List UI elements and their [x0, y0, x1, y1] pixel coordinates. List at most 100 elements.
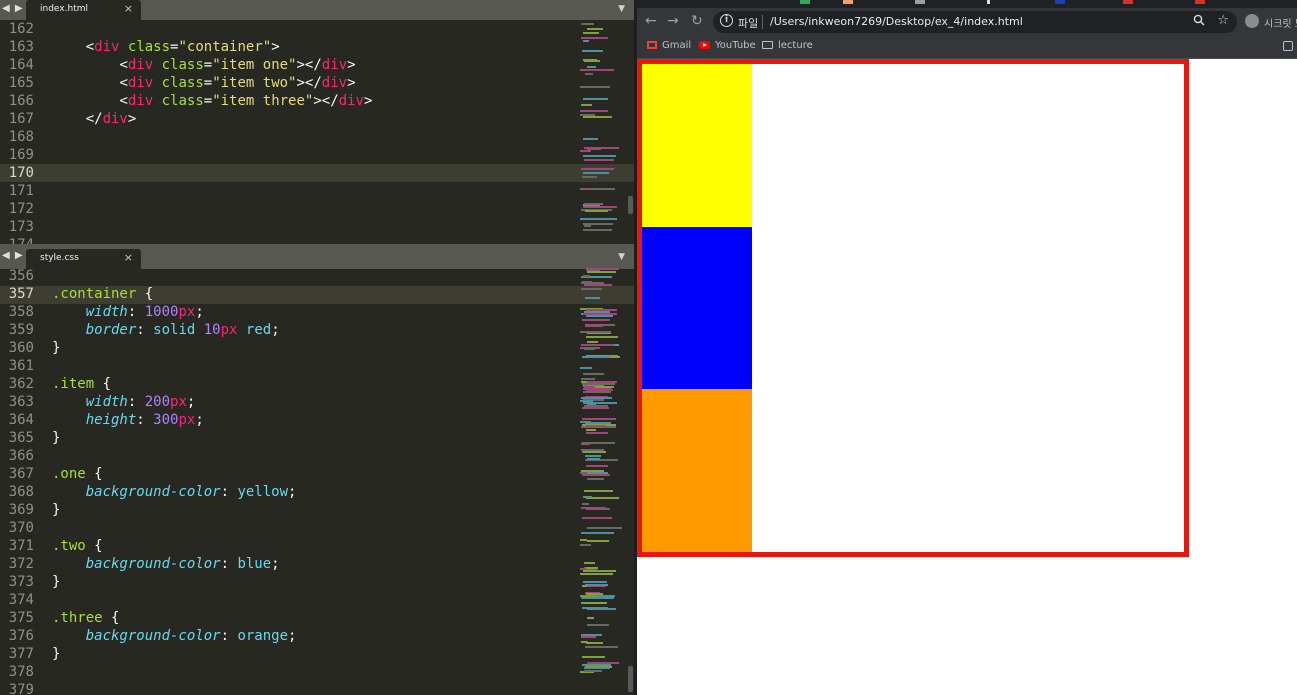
reading-list-icon[interactable]: [1283, 41, 1293, 51]
tab-dropdown-icon[interactable]: ▼: [618, 252, 625, 262]
code-line[interactable]: [52, 268, 296, 285]
code-line[interactable]: [52, 146, 372, 164]
code-line[interactable]: .two {: [52, 537, 296, 555]
code-line[interactable]: [52, 182, 372, 200]
code-line[interactable]: .three {: [52, 609, 296, 627]
minimap-line: [582, 176, 597, 178]
url-text[interactable]: /Users/inkweon7269/Desktop/ex_4/index.ht…: [770, 15, 1023, 28]
scrollbar-thumb[interactable]: [628, 196, 633, 214]
tab-favicon[interactable]: [915, 0, 925, 4]
tab-favicon[interactable]: [987, 0, 990, 4]
code-line[interactable]: background-color: orange;: [52, 627, 297, 645]
minimap-line: [583, 388, 611, 390]
tab-favicon[interactable]: [1055, 0, 1065, 4]
scrollbar-thumb[interactable]: [628, 666, 633, 692]
code-token: background-color: [85, 556, 221, 572]
code-line[interactable]: [52, 200, 372, 218]
code-line[interactable]: .container {: [52, 285, 296, 303]
minimap-line: [583, 275, 590, 277]
bookmark-star-icon[interactable]: ☆: [1217, 13, 1229, 28]
code-line[interactable]: [52, 447, 296, 465]
code-line[interactable]: [52, 663, 296, 681]
code-area[interactable]: <div class="container"> <div class="item…: [52, 20, 373, 244]
code-line[interactable]: }: [52, 501, 296, 519]
code-line[interactable]: [52, 591, 296, 609]
minimap[interactable]: [580, 20, 630, 244]
code-line[interactable]: background-color: blue;: [52, 555, 296, 573]
minimap-line: [587, 458, 600, 460]
bookmark-youtube[interactable]: YouTube: [699, 40, 756, 51]
code-line[interactable]: <div class="container">: [52, 38, 372, 56]
profile-label[interactable]: 시크릿 모: [1264, 15, 1297, 30]
code-line[interactable]: width: 200px;: [52, 393, 296, 411]
code-token: yellow: [237, 484, 289, 500]
scheme-label: 파일: [738, 17, 759, 30]
address-bar[interactable]: i 파일 /Users/inkweon7269/Desktop/ex_4/ind…: [713, 11, 1237, 33]
code-token: >: [271, 39, 280, 55]
code-line[interactable]: height: 300px;: [52, 411, 296, 429]
line-number: 362: [8, 376, 34, 392]
line-number: 370: [8, 520, 34, 536]
tab-style-css[interactable]: style.css ×: [26, 249, 141, 269]
code-area[interactable]: .container { width: 1000px; border: soli…: [52, 268, 296, 695]
code-line[interactable]: [52, 236, 372, 244]
code-line[interactable]: }: [52, 645, 296, 663]
incognito-avatar-icon[interactable]: [1245, 14, 1259, 28]
tab-close-icon[interactable]: ×: [124, 2, 133, 15]
tab-favicon[interactable]: [843, 0, 853, 4]
forward-button[interactable]: →: [667, 13, 679, 29]
code-line[interactable]: background-color: yellow;: [52, 483, 297, 501]
code-token: class: [127, 39, 171, 55]
tab-index-html[interactable]: index.html ×: [26, 0, 141, 20]
code-line[interactable]: [52, 164, 372, 182]
code-line[interactable]: <div class="item one"></div>: [52, 56, 372, 74]
code-line[interactable]: [52, 357, 296, 375]
minimap-line: [581, 507, 606, 509]
code-line[interactable]: [52, 218, 372, 236]
code-line[interactable]: </div>: [52, 110, 372, 128]
tab-favicon[interactable]: [1195, 0, 1205, 4]
code-line[interactable]: [52, 128, 372, 146]
tab-nav-arrows[interactable]: ◀ ▶: [2, 3, 24, 14]
bookmark-label: YouTube: [715, 40, 756, 51]
minimap[interactable]: [580, 268, 630, 695]
code-line[interactable]: }: [52, 429, 296, 447]
bookmark-gmail[interactable]: Gmail: [647, 40, 691, 51]
minimap-line: [587, 478, 604, 480]
back-button[interactable]: ←: [645, 13, 657, 29]
code-line[interactable]: .item {: [52, 375, 296, 393]
minimap-line: [582, 281, 592, 283]
code-line[interactable]: }: [52, 573, 296, 591]
code-token: div: [127, 75, 154, 91]
code-line[interactable]: border: solid 10px red;: [52, 321, 296, 339]
code-line[interactable]: width: 1000px;: [52, 303, 296, 321]
minimap-line: [587, 271, 616, 273]
code-token: }: [52, 646, 61, 662]
tab-dropdown-icon[interactable]: ▼: [618, 4, 625, 14]
code-line[interactable]: [52, 519, 296, 537]
minimap-line: [580, 86, 610, 88]
tab-close-icon[interactable]: ×: [124, 251, 133, 264]
tab-favicon[interactable]: [1123, 0, 1133, 4]
tab-nav-arrows[interactable]: ◀ ▶: [2, 250, 24, 261]
code-line[interactable]: <div class="item three"></div>: [52, 92, 372, 110]
tab-favicon[interactable]: [800, 0, 810, 4]
css-editor-pane[interactable]: 356 357 358 359 360 361 362 363 364 365 366 367 368 3…: [0, 268, 634, 695]
browser-tab-strip[interactable]: [637, 0, 1297, 8]
magnifier-icon[interactable]: [1193, 14, 1205, 29]
minimap-line: [583, 188, 589, 190]
code-line[interactable]: [52, 20, 372, 38]
code-line[interactable]: [52, 681, 296, 695]
minimap-line: [585, 297, 600, 299]
minimap-line: [584, 147, 619, 149]
code-line[interactable]: }: [52, 339, 296, 357]
bookmark-lecture[interactable]: lecture: [762, 40, 813, 51]
code-line[interactable]: .one {: [52, 465, 296, 483]
minimap-line: [582, 418, 616, 420]
reload-button[interactable]: ↻: [691, 13, 703, 29]
code-line[interactable]: <div class="item two"></div>: [52, 74, 372, 92]
html-editor-pane[interactable]: 162163164165166167168169170171172173174 …: [0, 20, 634, 244]
info-icon[interactable]: i: [720, 14, 733, 27]
